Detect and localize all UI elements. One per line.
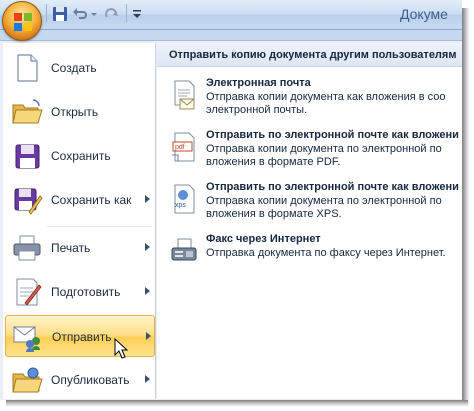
submenu-arrow-icon — [146, 332, 151, 340]
menu-item-label: Отправить — [52, 330, 112, 344]
send-option-email[interactable]: Электронная почта Отправка копии докумен… — [167, 77, 462, 127]
open-folder-icon — [12, 99, 43, 124]
submenu-header: Отправить копию документа другим пользов… — [157, 43, 462, 67]
publish-icon — [12, 367, 43, 393]
email-icon — [174, 80, 195, 110]
svg-text:pdf: pdf — [175, 144, 185, 151]
send-option-pdf[interactable]: pdf Отправить по электронной почте как в… — [167, 129, 462, 179]
fax-icon — [171, 238, 197, 261]
submenu-arrow-icon — [145, 287, 150, 295]
toolbar-separator — [126, 4, 127, 22]
option-description: Отправка документа по факсу через Интерн… — [206, 247, 446, 259]
option-title: Отправить по электронной почте как вложе… — [206, 181, 459, 193]
window-title: Докуме — [400, 6, 448, 22]
send-icon — [13, 326, 40, 352]
title-bar: Докуме — [0, 0, 462, 30]
save-icon[interactable] — [52, 6, 68, 22]
menu-item-label: Сохранить как — [51, 193, 132, 207]
option-description: Отправка копии документа как вложения в … — [206, 91, 446, 116]
menu-commands-list: Создать Открыть Сохранить Сохранить как … — [3, 43, 156, 399]
pdf-icon: pdf — [172, 132, 195, 162]
send-submenu-panel: Отправить копию документа другим пользов… — [157, 43, 462, 399]
menu-item-open[interactable]: Открыть — [5, 91, 155, 133]
mouse-pointer-icon — [114, 338, 129, 359]
window-shadow-right — [462, 8, 470, 404]
prepare-icon — [16, 278, 42, 306]
option-title: Отправить по электронной почте как вложе… — [206, 129, 459, 141]
option-description: Отправка копии документа по электронной … — [206, 195, 442, 220]
undo-icon[interactable] — [72, 6, 88, 22]
option-title: Факс через Интернет — [206, 233, 321, 245]
menu-item-label: Создать — [51, 61, 97, 75]
application-window: Докуме Создать Открыть Сохранить Сохрани… — [0, 0, 462, 400]
office-menu: Создать Открыть Сохранить Сохранить как … — [0, 40, 462, 400]
menu-item-send[interactable]: Отправить — [5, 315, 155, 357]
send-option-fax[interactable]: Факс через Интернет Отправка документа п… — [167, 233, 462, 283]
submenu-arrow-icon — [145, 375, 150, 383]
toolbar-separator — [46, 4, 47, 22]
xps-icon: xps — [174, 184, 195, 214]
customize-toolbar-icon[interactable] — [132, 6, 142, 22]
undo-dropdown-icon[interactable] — [90, 6, 98, 22]
save-disk-icon — [15, 144, 40, 169]
menu-item-save[interactable]: Сохранить — [5, 135, 155, 177]
svg-text:xps: xps — [175, 202, 186, 209]
menu-item-prepare[interactable]: Подготовить — [5, 271, 155, 313]
window-shadow-bottom — [6, 400, 468, 407]
printer-icon — [13, 235, 41, 261]
menu-item-publish[interactable]: Опубликовать — [5, 359, 155, 400]
send-option-xps[interactable]: xps Отправить по электронной почте как в… — [167, 181, 462, 231]
menu-item-new[interactable]: Создать — [5, 47, 155, 89]
menu-item-print[interactable]: Печать — [5, 227, 155, 269]
menu-item-label: Подготовить — [51, 285, 121, 299]
menu-item-label: Сохранить — [51, 149, 111, 163]
new-document-icon — [17, 54, 38, 82]
menu-item-label: Открыть — [51, 105, 99, 119]
menu-item-label: Печать — [51, 241, 91, 255]
menu-item-label: Опубликовать — [51, 373, 130, 387]
office-logo-icon — [14, 13, 32, 31]
submenu-arrow-icon — [145, 195, 150, 203]
redo-icon[interactable] — [104, 6, 120, 22]
option-title: Электронная почта — [206, 77, 311, 89]
office-button[interactable] — [2, 1, 42, 41]
save-as-icon — [14, 188, 43, 215]
menu-item-save-as[interactable]: Сохранить как — [5, 179, 155, 221]
submenu-arrow-icon — [145, 243, 150, 251]
option-description: Отправка копии документа по электронной … — [206, 143, 442, 168]
